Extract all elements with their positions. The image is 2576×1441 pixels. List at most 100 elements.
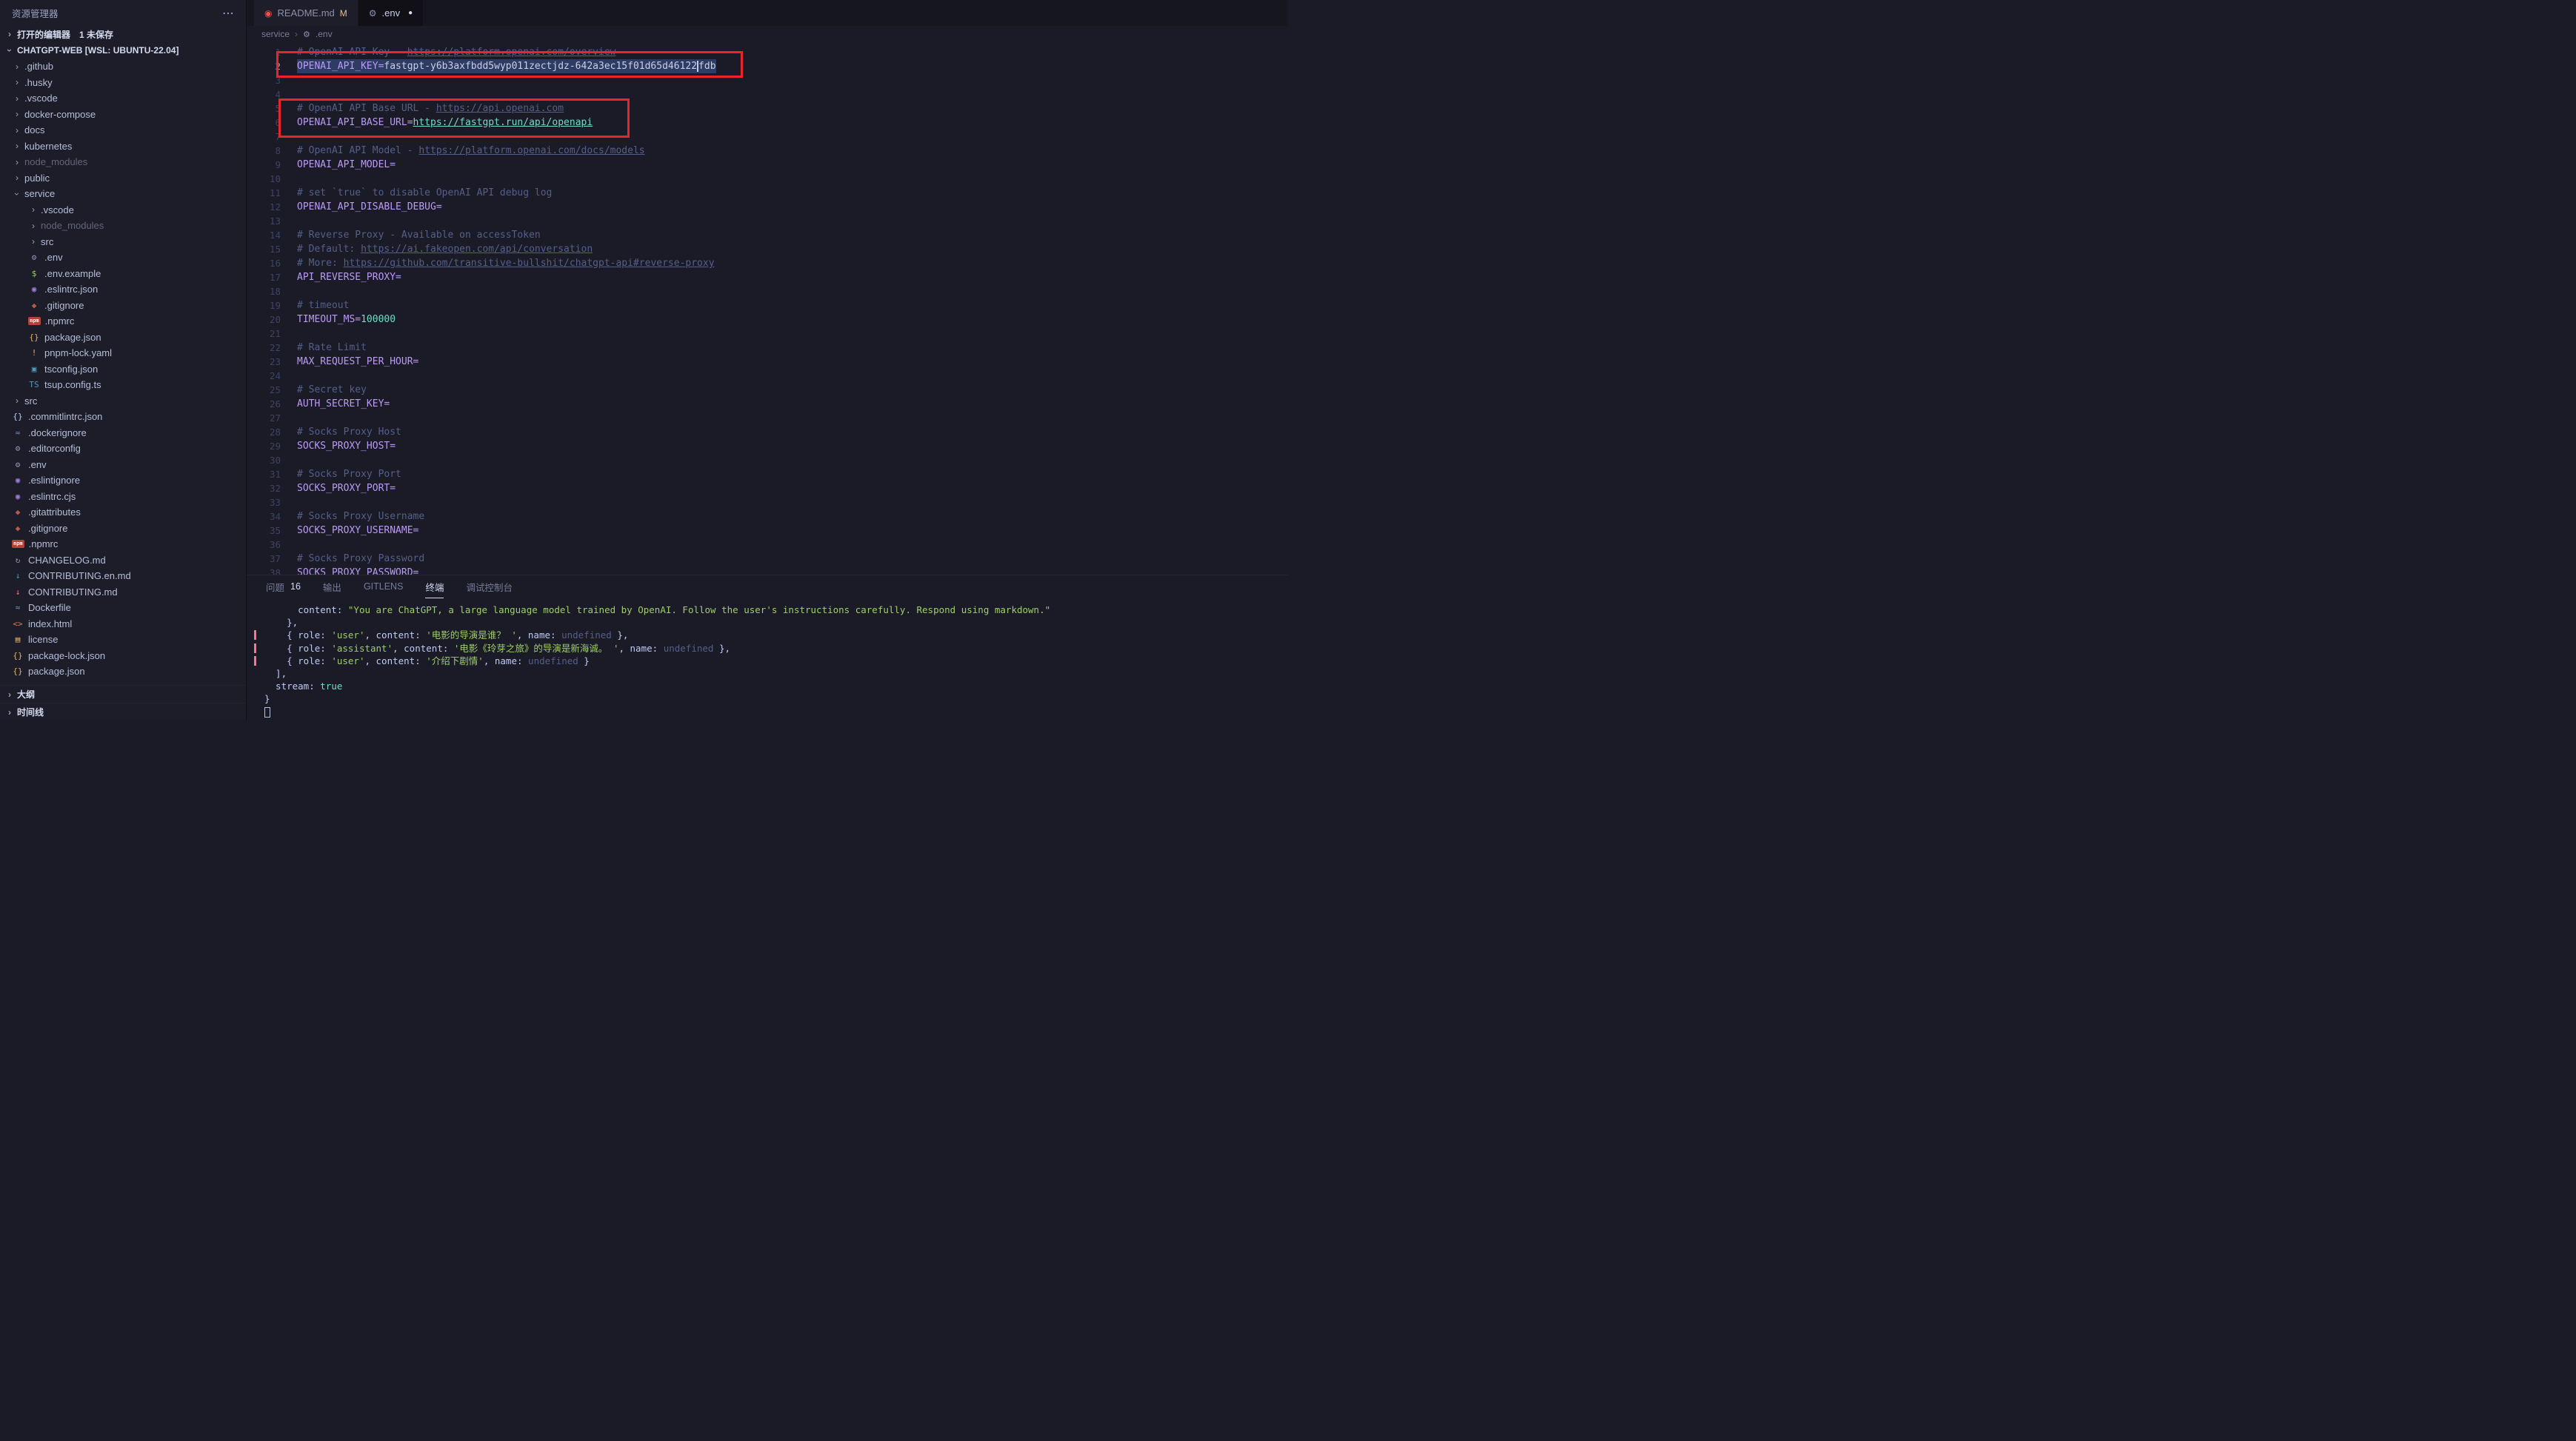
tree-item-husky[interactable]: ›.husky: [0, 75, 246, 91]
tree-item-service[interactable]: ›service: [0, 186, 246, 202]
code-line[interactable]: API_REVERSE_PROXY=: [297, 270, 1288, 284]
tree-item-node-modules[interactable]: ›node_modules: [0, 218, 246, 234]
more-actions-icon[interactable]: ⋯: [222, 6, 234, 21]
code-line[interactable]: SOCKS_PROXY_PORT=: [297, 481, 1288, 495]
breadcrumb[interactable]: service › ⚙ .env: [247, 26, 1288, 42]
code-line[interactable]: # OpenAI API Model - https://platform.op…: [297, 144, 1288, 158]
tree-item-npmrc[interactable]: npm.npmrc: [0, 313, 246, 330]
code-line[interactable]: SOCKS_PROXY_PASSWORD=: [297, 566, 1288, 575]
code-line[interactable]: [297, 495, 1288, 509]
tab-env[interactable]: ⚙.env●: [358, 0, 423, 26]
code-line[interactable]: # Default: https://ai.fakeopen.com/api/c…: [297, 242, 1288, 256]
tree-item-eslintrc-json[interactable]: ◉.eslintrc.json: [0, 281, 246, 298]
project-section[interactable]: › CHATGPT-WEB [WSL: UBUNTU-22.04]: [0, 42, 246, 58]
code-line[interactable]: # Socks Proxy Username: [297, 509, 1288, 524]
code-line[interactable]: [297, 172, 1288, 186]
panel-tab-gitlens[interactable]: GITLENS: [364, 575, 404, 598]
code-line[interactable]: [297, 327, 1288, 341]
tree-item-contributing-md[interactable]: ↓CONTRIBUTING.md: [0, 584, 246, 601]
tree-item-tsup-config-ts[interactable]: TStsup.config.ts: [0, 377, 246, 393]
tree-item-package-json[interactable]: {}package.json: [0, 663, 246, 680]
panel-tab-item[interactable]: 调试控制台: [466, 575, 513, 598]
code-line[interactable]: # timeout: [297, 298, 1288, 312]
panel-tab-item[interactable]: 问题16: [266, 575, 301, 598]
tree-item-src[interactable]: ›src: [0, 234, 246, 250]
tree-item-public[interactable]: ›public: [0, 170, 246, 187]
tree-item-eslintrc-cjs[interactable]: ◉.eslintrc.cjs: [0, 489, 246, 505]
code-line[interactable]: # Reverse Proxy - Available on accessTok…: [297, 228, 1288, 242]
unsaved-count-badge: 1 未保存: [79, 28, 113, 41]
code-column[interactable]: # OpenAI API Key - https://platform.open…: [288, 42, 1288, 575]
tree-item-package-lock-json[interactable]: {}package-lock.json: [0, 648, 246, 664]
code-line[interactable]: AUTH_SECRET_KEY=: [297, 397, 1288, 411]
tree-item-docker-compose[interactable]: ›docker-compose: [0, 107, 246, 123]
editor[interactable]: 1234567891011121314151617181920212223242…: [247, 42, 1288, 575]
tree-item-kubernetes[interactable]: ›kubernetes: [0, 138, 246, 155]
panel-tab-item[interactable]: 终端: [425, 575, 444, 598]
file-tree[interactable]: ›.github›.husky›.vscode›docker-compose›d…: [0, 58, 246, 685]
timeline-section[interactable]: › 时间线: [0, 703, 246, 720]
file-label: docker-compose: [24, 109, 96, 120]
tree-item-src[interactable]: ›src: [0, 393, 246, 409]
tree-item-env[interactable]: ⚙.env: [0, 457, 246, 473]
code-line[interactable]: [297, 411, 1288, 425]
code-line[interactable]: OPENAI_API_KEY=fastgpt-y6b3axfbdd5wyp011…: [297, 59, 1288, 73]
code-line[interactable]: # Socks Proxy Password: [297, 552, 1288, 566]
tree-item-commitlintrc-json[interactable]: {}.commitlintrc.json: [0, 409, 246, 425]
tree-item-changelog-md[interactable]: ↻CHANGELOG.md: [0, 552, 246, 569]
tree-item-gitattributes[interactable]: ◆.gitattributes: [0, 504, 246, 521]
code-line[interactable]: OPENAI_API_BASE_URL=https://fastgpt.run/…: [297, 116, 1288, 130]
tree-item-github[interactable]: ›.github: [0, 58, 246, 75]
code-line[interactable]: OPENAI_API_MODEL=: [297, 158, 1288, 172]
tree-item-env-example[interactable]: $.env.example: [0, 266, 246, 282]
terminal[interactable]: content: "You are ChatGPT, a large langu…: [247, 598, 1288, 720]
tree-item-vscode[interactable]: ›.vscode: [0, 202, 246, 218]
code-line[interactable]: # Secret key: [297, 383, 1288, 397]
tree-item-index-html[interactable]: <>index.html: [0, 616, 246, 632]
code-line[interactable]: [297, 453, 1288, 467]
panel-tab-item[interactable]: 输出: [323, 575, 341, 598]
code-line[interactable]: SOCKS_PROXY_HOST=: [297, 439, 1288, 453]
code-line[interactable]: [297, 538, 1288, 552]
tree-item-editorconfig[interactable]: ⚙.editorconfig: [0, 441, 246, 457]
tree-item-node-modules[interactable]: ›node_modules: [0, 154, 246, 170]
code-line[interactable]: # Rate Limit: [297, 341, 1288, 355]
code-line[interactable]: # set `true` to disable OpenAI API debug…: [297, 186, 1288, 200]
breadcrumb-file[interactable]: .env: [316, 29, 333, 39]
code-line[interactable]: SOCKS_PROXY_USERNAME=: [297, 524, 1288, 538]
code-line[interactable]: OPENAI_API_DISABLE_DEBUG=: [297, 200, 1288, 214]
code-line[interactable]: [297, 214, 1288, 228]
tab-readme-md[interactable]: ◉README.mdM: [254, 0, 358, 26]
code-line[interactable]: [297, 87, 1288, 101]
code-line[interactable]: TIMEOUT_MS=100000: [297, 312, 1288, 327]
code-line[interactable]: # More: https://github.com/transitive-bu…: [297, 256, 1288, 270]
code-line[interactable]: # OpenAI API Key - https://platform.open…: [297, 45, 1288, 59]
tree-item-license[interactable]: ▤license: [0, 632, 246, 648]
tree-item-eslintignore[interactable]: ◉.eslintignore: [0, 472, 246, 489]
breadcrumb-folder[interactable]: service: [261, 29, 290, 39]
tree-item-gitignore[interactable]: ◆.gitignore: [0, 298, 246, 314]
tree-item-npmrc[interactable]: npm.npmrc: [0, 536, 246, 552]
tree-item-docs[interactable]: ›docs: [0, 122, 246, 138]
tree-item-env[interactable]: ⚙.env: [0, 250, 246, 266]
unsaved-dot-icon[interactable]: ●: [408, 9, 413, 17]
code-line[interactable]: [297, 369, 1288, 383]
code-line[interactable]: [297, 73, 1288, 87]
tree-item-package-json[interactable]: {}package.json: [0, 330, 246, 346]
tree-item-gitignore[interactable]: ◆.gitignore: [0, 521, 246, 537]
outline-section[interactable]: › 大纲: [0, 685, 246, 703]
tree-item-tsconfig-json[interactable]: ▣tsconfig.json: [0, 361, 246, 378]
open-editors-section[interactable]: › 打开的编辑器 1 未保存: [0, 26, 246, 42]
tree-item-dockerignore[interactable]: ≈.dockerignore: [0, 425, 246, 441]
line-number: 14: [247, 228, 288, 242]
tree-item-vscode[interactable]: ›.vscode: [0, 90, 246, 107]
code-line[interactable]: # Socks Proxy Host: [297, 425, 1288, 439]
code-line[interactable]: [297, 284, 1288, 298]
tree-item-contributing-en-md[interactable]: ↓CONTRIBUTING.en.md: [0, 568, 246, 584]
tree-item-dockerfile[interactable]: ≈Dockerfile: [0, 600, 246, 616]
code-line[interactable]: [297, 130, 1288, 144]
code-line[interactable]: MAX_REQUEST_PER_HOUR=: [297, 355, 1288, 369]
code-line[interactable]: # OpenAI API Base URL - https://api.open…: [297, 101, 1288, 116]
tree-item-pnpm-lock-yaml[interactable]: !pnpm-lock.yaml: [0, 345, 246, 361]
code-line[interactable]: # Socks Proxy Port: [297, 467, 1288, 481]
